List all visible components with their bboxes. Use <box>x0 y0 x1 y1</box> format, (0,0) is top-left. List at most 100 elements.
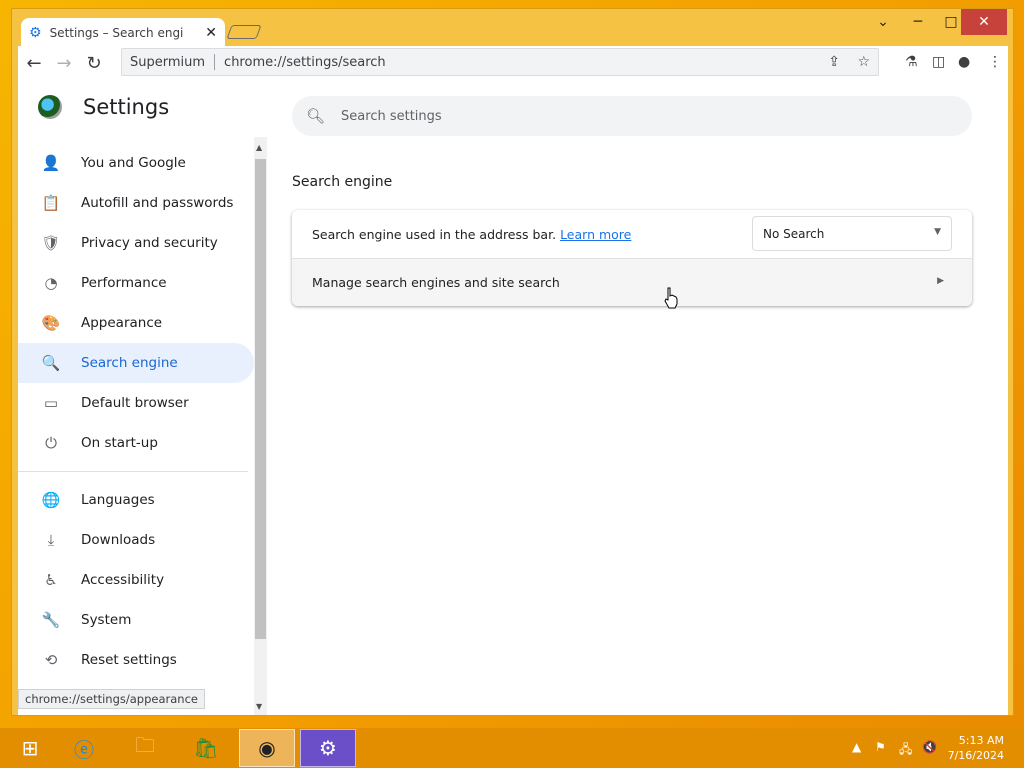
side-panel-icon[interactable]: ◫ <box>932 54 945 70</box>
scroll-down-icon[interactable]: ▼ <box>256 702 262 711</box>
store-icon[interactable]: 🛍 <box>178 729 234 767</box>
shield-icon: 🛡 <box>41 234 61 252</box>
person-icon: 👤 <box>41 154 61 172</box>
settings-main: 🔍︎ Search settings Search engine Search … <box>268 81 1008 715</box>
sidebar-item-default-browser[interactable]: ▭ Default browser <box>18 383 254 423</box>
power-icon: ⏻ <box>45 434 57 452</box>
taskbar: ⊞ ⓔ 🗀 🛍 ◉ ⚙ ▲ ⚑ 🖧 🔇 5:13 AM 7/16/2024 <box>0 728 1024 768</box>
minimize-button[interactable]: ─ <box>908 9 928 35</box>
supermium-browser-icon[interactable]: ◉ <box>239 729 295 767</box>
sidebar-item-label: You and Google <box>81 155 186 171</box>
system-clock[interactable]: 5:13 AM 7/16/2024 <box>948 733 1004 763</box>
star-icon[interactable]: ☆ <box>857 54 870 70</box>
sidebar-item-label: Privacy and security <box>81 235 218 251</box>
accessibility-icon: ♿ <box>44 571 58 589</box>
forward-button[interactable]: → <box>50 50 78 78</box>
search-settings-input[interactable]: 🔍︎ Search settings <box>292 96 972 136</box>
action-center-flag-icon[interactable]: ⚑ <box>875 740 886 754</box>
network-icon[interactable]: 🖧 <box>899 740 912 761</box>
palette-icon: 🎨 <box>41 314 61 332</box>
sidebar-item-accessibility[interactable]: ♿ Accessibility <box>18 560 254 600</box>
tab-settings[interactable]: ⚙ Settings – Search engi ✕ <box>21 18 225 48</box>
sidebar-item-system[interactable]: 🔧 System <box>18 600 254 640</box>
share-icon[interactable]: ⇪ <box>828 54 840 70</box>
sidebar-item-autofill[interactable]: 📋 Autofill and passwords <box>18 183 254 223</box>
tab-title: Settings – Search engi <box>49 26 184 40</box>
settings-app-icon[interactable]: ⚙ <box>300 729 356 767</box>
sidebar-item-search-engine[interactable]: 🔍 Search engine <box>18 343 254 383</box>
sidebar-item-label: Languages <box>81 492 155 508</box>
settings-nav: 👤 You and Google 📋 Autofill and passwords … <box>18 143 254 680</box>
sidebar-item-label: Performance <box>81 275 167 291</box>
browser-window: ⚙ Settings – Search engi ✕ ⌄ ─ □ ✕ ← → ↻… <box>11 8 1014 716</box>
scroll-up-icon[interactable]: ▲ <box>256 143 262 152</box>
settings-title: Settings <box>83 95 170 119</box>
volume-muted-icon[interactable]: 🔇 <box>922 740 937 754</box>
sidebar-item-languages[interactable]: 🌐 Languages <box>18 480 254 520</box>
sidebar-item-label: Default browser <box>81 395 189 411</box>
sidebar-item-privacy[interactable]: 🛡 Privacy and security <box>18 223 254 263</box>
browser-icon: ▭ <box>43 394 59 412</box>
back-button[interactable]: ← <box>20 50 48 78</box>
sidebar-item-performance[interactable]: ◔ Performance <box>18 263 254 303</box>
sidebar-item-on-startup[interactable]: ⏻ On start-up <box>18 423 254 463</box>
profile-avatar-icon[interactable]: ● <box>958 54 970 70</box>
browser-logo-icon <box>38 95 62 119</box>
arrow-right-icon: ▶ <box>937 276 944 286</box>
menu-kebab-icon[interactable]: ⋮ <box>988 54 1002 70</box>
sidebar-item-label: Appearance <box>81 315 163 331</box>
status-bar-url: chrome://settings/appearance <box>18 689 205 709</box>
sidebar-item-label: Downloads <box>81 532 156 548</box>
sidebar-item-label: Search engine <box>81 355 178 371</box>
sidebar-item-reset[interactable]: ⟲ Reset settings <box>18 640 254 680</box>
globe-icon: 🌐 <box>41 491 61 509</box>
reload-button[interactable]: ↻ <box>80 50 108 78</box>
sidebar-item-you-and-google[interactable]: 👤 You and Google <box>18 143 254 183</box>
gear-icon: ⚙ <box>29 25 42 41</box>
extension-icon[interactable]: ⚗ <box>905 54 918 70</box>
sidebar-item-downloads[interactable]: ⤓ Downloads <box>18 520 254 560</box>
sidebar-divider <box>18 471 248 472</box>
browser-toolbar: ← → ↻ Supermium chrome://settings/search… <box>18 46 1008 81</box>
sidebar-scrollbar[interactable]: ▲ ▼ <box>254 137 267 715</box>
site-chip: Supermium <box>130 54 206 70</box>
sidebar-item-label: System <box>81 612 132 628</box>
show-hidden-icons-icon[interactable]: ▲ <box>852 740 861 754</box>
history-icon: ⟲ <box>44 651 58 669</box>
url-text[interactable]: chrome://settings/search <box>224 55 386 70</box>
search-engine-select[interactable]: No Search ▼ <box>752 216 952 251</box>
arrow-right-icon: → <box>56 53 72 74</box>
learn-more-link[interactable]: Learn more <box>560 227 631 242</box>
page-content: Settings 👤 You and Google 📋 Autofill and p… <box>18 81 1008 715</box>
sidebar-item-label: On start-up <box>81 435 158 451</box>
sidebar-item-label: Accessibility <box>81 572 165 588</box>
row-label: Search engine used in the address bar. <box>312 226 557 242</box>
scrollbar-thumb[interactable] <box>255 159 266 639</box>
reload-icon: ↻ <box>86 53 102 74</box>
file-explorer-icon[interactable]: 🗀 <box>117 729 173 767</box>
sidebar-item-appearance[interactable]: 🎨 Appearance <box>18 303 254 343</box>
download-icon: ⤓ <box>47 531 55 549</box>
search-placeholder: Search settings <box>341 108 442 124</box>
clock-date: 7/16/2024 <box>947 749 1004 762</box>
manage-search-engines-row[interactable]: Manage search engines and site search ▶ <box>292 258 972 306</box>
search-icon: 🔍︎ <box>306 107 326 125</box>
clock-time: 5:13 AM <box>958 734 1004 747</box>
title-bar: ⚙ Settings – Search engi ✕ ⌄ ─ □ ✕ <box>12 9 1013 48</box>
start-windows-icon[interactable]: ⊞ <box>2 729 58 767</box>
close-window-button[interactable]: ✕ <box>961 9 1007 35</box>
maximize-button[interactable]: □ <box>941 9 961 35</box>
settings-sidebar: Settings 👤 You and Google 📋 Autofill and p… <box>18 81 268 715</box>
settings-header: Settings <box>38 95 169 119</box>
tab-close-icon[interactable]: ✕ <box>205 25 217 41</box>
hand-cursor-icon <box>664 287 678 309</box>
clipboard-icon: 📋 <box>41 194 61 212</box>
address-bar[interactable]: Supermium chrome://settings/search ⇪ ☆ <box>121 48 879 76</box>
section-title: Search engine <box>292 174 393 190</box>
internet-explorer-icon[interactable]: ⓔ <box>56 729 112 767</box>
search-icon: 🔍 <box>41 354 61 372</box>
row-label: Manage search engines and site search <box>312 275 560 290</box>
new-tab-button[interactable] <box>226 25 262 39</box>
search-engine-card: Search engine used in the address bar. L… <box>292 210 972 306</box>
tab-search-chevron-icon[interactable]: ⌄ <box>873 9 893 35</box>
